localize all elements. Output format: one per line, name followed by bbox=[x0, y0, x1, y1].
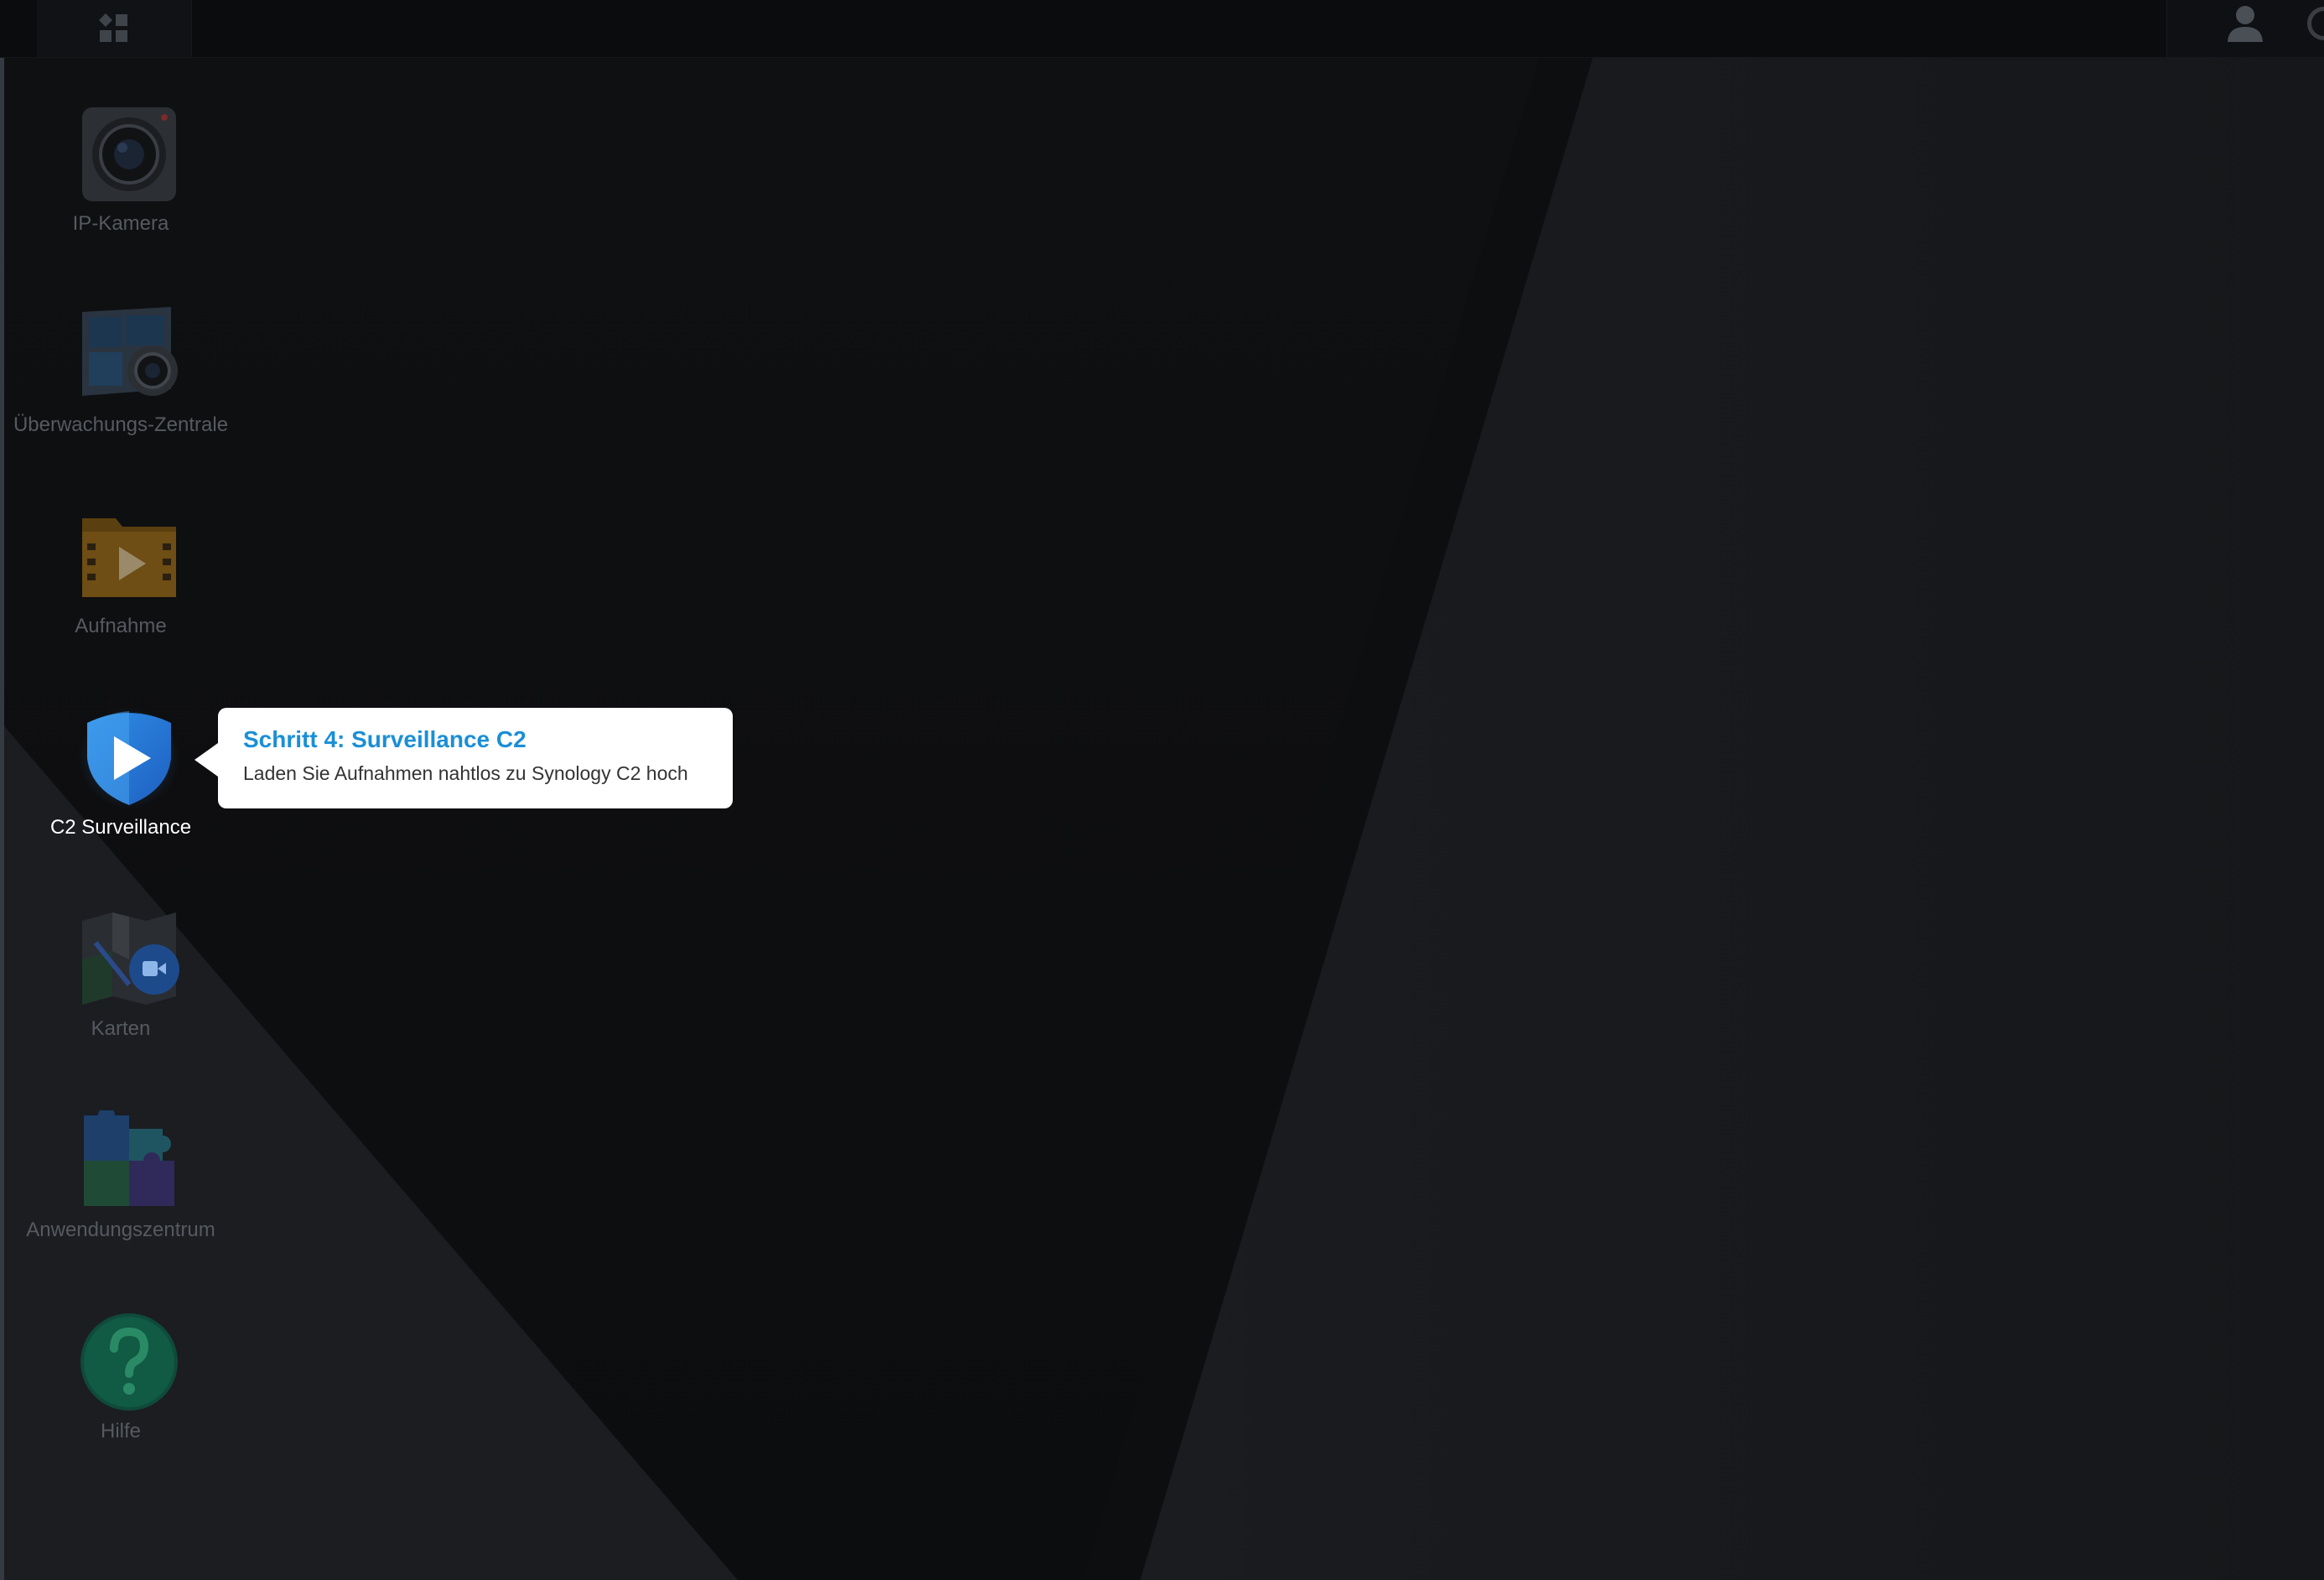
desktop-icon-ueberwachungs-zentrale[interactable]: Überwachungs-Zentrale bbox=[8, 305, 233, 481]
desktop-icon-label: Hilfe bbox=[100, 1420, 141, 1442]
ip-camera-icon bbox=[82, 107, 176, 201]
desktop-icon-label: IP-Kamera bbox=[72, 212, 169, 235]
user-button[interactable] bbox=[2166, 0, 2324, 57]
main-menu-button[interactable] bbox=[37, 0, 192, 57]
recording-folder-icon bbox=[82, 518, 176, 597]
tooltip-body: Laden Sie Aufnahmen nahtlos zu Synology … bbox=[243, 762, 688, 784]
grid-icon bbox=[99, 13, 127, 42]
monitor-center-icon bbox=[82, 307, 178, 396]
window-edge bbox=[0, 0, 4, 1580]
desktop-icon-karten[interactable]: Karten bbox=[8, 909, 233, 1085]
desktop-icon-label: C2 Surveillance bbox=[49, 816, 192, 839]
tooltip-title: Schritt 4: Surveillance C2 bbox=[243, 726, 527, 752]
tour-tooltip: Schritt 4: Surveillance C2 Laden Sie Auf… bbox=[195, 708, 733, 808]
tooltip-arrow bbox=[195, 743, 218, 777]
desktop-icon-label: Aufnahme bbox=[75, 615, 167, 637]
desktop-icon-aufnahme[interactable]: Aufnahme bbox=[8, 507, 233, 683]
help-icon bbox=[80, 1313, 178, 1411]
desktop-icon-c2-surveillance[interactable]: C2 Surveillance bbox=[8, 708, 233, 884]
map-icon bbox=[82, 912, 179, 1005]
puzzle-icon bbox=[84, 1110, 174, 1206]
desktop-icon-ip-kamera[interactable]: IP-Kamera bbox=[8, 104, 233, 280]
desktop-icon-anwendungszentrum[interactable]: Anwendungszentrum bbox=[8, 1110, 233, 1286]
taskbar bbox=[0, 0, 2324, 58]
desktop-icon-label: Anwendungszentrum bbox=[26, 1219, 215, 1241]
c2-shield-icon bbox=[79, 708, 179, 808]
desktop: IP-Kamera Überwachungs-Zentrale Aufnahme bbox=[0, 0, 2324, 1580]
desktop-icon-hilfe[interactable]: Hilfe bbox=[8, 1312, 233, 1488]
desktop-icon-label: Karten bbox=[91, 1017, 151, 1040]
user-icon bbox=[2228, 6, 2263, 42]
desktop-icon-label: Überwachungs-Zentrale bbox=[13, 413, 229, 436]
